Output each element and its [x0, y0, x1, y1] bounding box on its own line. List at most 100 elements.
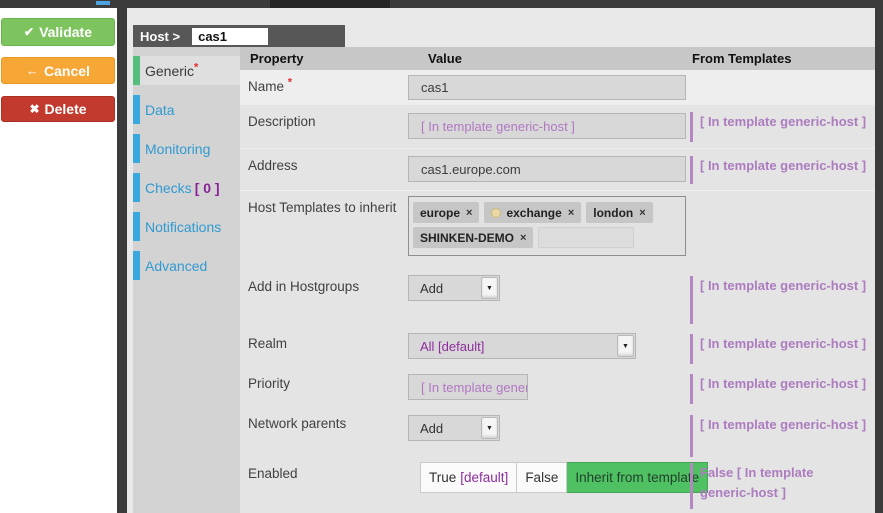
- check-icon: ✔: [24, 25, 34, 39]
- property-table: Property Value From Templates Name * Des…: [240, 47, 875, 513]
- from-template-note: [ In template generic-host ]: [690, 374, 875, 404]
- tab-bar: [133, 134, 140, 163]
- tab-bar: [133, 95, 140, 124]
- template-tag-london: london ×: [586, 202, 652, 223]
- from-template-note: [ In template generic-host ]: [690, 334, 875, 364]
- enabled-label: Enabled: [240, 457, 405, 513]
- description-input[interactable]: [408, 113, 686, 139]
- tag-label: exchange: [506, 206, 561, 220]
- required-asterisk: *: [194, 61, 198, 73]
- tab-checks-label: Checks: [145, 180, 192, 196]
- enabled-false-button[interactable]: False: [517, 462, 567, 493]
- table-row-name: Name *: [240, 70, 875, 105]
- delete-label: Delete: [45, 101, 87, 117]
- checks-count-badge: [ 0 ]: [195, 180, 220, 196]
- table-header-row: Property Value From Templates: [240, 47, 875, 70]
- from-template-note: [ In template generic-host ]: [690, 276, 875, 324]
- tab-advanced[interactable]: Advanced: [133, 251, 240, 280]
- remove-tag-icon[interactable]: ×: [466, 207, 472, 219]
- right-separator: [875, 8, 883, 513]
- network-parents-label: Network parents: [240, 407, 405, 457]
- table-row-hostgroups: Add in Hostgroups Add ▼ [ In template ge…: [240, 270, 875, 327]
- tab-checks[interactable]: Checks[ 0 ]: [133, 173, 240, 202]
- add-template-input[interactable]: [538, 227, 634, 248]
- tab-notifications[interactable]: Notifications: [133, 212, 240, 241]
- table-row-network-parents: Network parents Add ▼ [ In template gene…: [240, 407, 875, 457]
- chevron-down-icon[interactable]: ▼: [481, 417, 498, 439]
- action-sidebar: ✔ Validate ← Cancel ✖ Delete: [0, 8, 117, 513]
- tab-monitoring-label: Monitoring: [133, 141, 210, 157]
- tab-monitoring[interactable]: Monitoring: [133, 134, 240, 163]
- tag-label: europe: [420, 206, 460, 220]
- name-label: Name: [248, 79, 284, 94]
- breadcrumb-label: Host >: [133, 29, 180, 44]
- host-templates-tagbox: europe × exchange × london × SHINKEN-DEMO×: [408, 196, 686, 256]
- chevron-down-icon[interactable]: ▼: [617, 335, 634, 357]
- template-icon: [491, 208, 501, 218]
- arrow-left-icon: ←: [26, 63, 39, 78]
- window-top-notch: [270, 0, 390, 8]
- template-tag-exchange: exchange ×: [484, 202, 581, 223]
- network-parents-select[interactable]: Add ▼: [408, 415, 500, 441]
- breadcrumb: Host >: [133, 25, 345, 47]
- tab-bar: [133, 173, 140, 202]
- window-top-bar: [0, 0, 883, 8]
- host-templates-label: Host Templates to inherit: [240, 191, 405, 270]
- validate-button[interactable]: ✔ Validate: [1, 18, 115, 46]
- table-row-priority: Priority [ In template generic-host ]: [240, 367, 875, 407]
- from-template-note: [ In template generic-host ]: [690, 156, 875, 184]
- content-area: Host > Generic* Data Monitoring Checks[ …: [127, 8, 875, 513]
- remove-tag-icon[interactable]: ×: [520, 232, 526, 244]
- table-row-address: Address [ In template generic-host ]: [240, 148, 875, 190]
- hostgroups-selected-value: Add: [409, 281, 481, 296]
- realm-select[interactable]: All [default] ▼: [408, 333, 636, 359]
- cancel-label: Cancel: [44, 63, 90, 79]
- validate-label: Validate: [39, 24, 92, 40]
- address-label: Address: [240, 149, 405, 190]
- tag-label: london: [593, 206, 633, 220]
- tab-data[interactable]: Data: [133, 95, 240, 124]
- cancel-button[interactable]: ← Cancel: [1, 57, 115, 84]
- table-row-enabled: Enabled True [default] False Inherit fro…: [240, 457, 875, 513]
- delete-button[interactable]: ✖ Delete: [1, 96, 115, 122]
- table-row-realm: Realm All [default] ▼ [ In template gene…: [240, 327, 875, 367]
- remove-tag-icon[interactable]: ×: [568, 207, 574, 219]
- enabled-true-label: True: [429, 470, 456, 485]
- left-separator: [117, 8, 127, 513]
- remove-tag-icon[interactable]: ×: [639, 207, 645, 219]
- table-row-host-templates: Host Templates to inherit europe × exchan…: [240, 190, 875, 270]
- description-label: Description: [240, 105, 405, 148]
- enabled-true-button[interactable]: True [default]: [420, 462, 517, 493]
- table-row-description: Description [ In template generic-host ]: [240, 105, 875, 148]
- from-templates-column-header: From Templates: [690, 47, 875, 70]
- realm-selected-value: All [default]: [409, 339, 617, 354]
- network-parents-selected-value: Add: [409, 421, 481, 436]
- property-column-header: Property: [240, 47, 405, 70]
- required-asterisk: *: [288, 77, 292, 89]
- template-tag-europe: europe ×: [413, 202, 479, 223]
- address-input[interactable]: [408, 156, 686, 182]
- active-tab-bar: [133, 56, 140, 85]
- priority-input[interactable]: [408, 374, 528, 400]
- chevron-down-icon[interactable]: ▼: [481, 277, 498, 299]
- shinken-host-editor: ✔ Validate ← Cancel ✖ Delete Host > Gene…: [0, 0, 883, 513]
- tab-advanced-label: Advanced: [133, 258, 207, 274]
- value-column-header: Value: [405, 47, 690, 70]
- from-template-note: [ In template generic-host ]: [690, 112, 875, 142]
- priority-label: Priority: [240, 367, 405, 407]
- hostgroups-label: Add in Hostgroups: [240, 270, 405, 327]
- name-input[interactable]: [408, 75, 686, 100]
- realm-label: Realm: [240, 327, 405, 367]
- enabled-inherit-button[interactable]: Inherit from template: [567, 462, 708, 493]
- from-template-note: False [ In template generic-host ]: [690, 463, 850, 509]
- tab-column: Generic* Data Monitoring Checks[ 0 ] Not…: [133, 47, 240, 513]
- template-tag-shinken-demo: SHINKEN-DEMO×: [413, 227, 533, 248]
- tab-notifications-label: Notifications: [133, 219, 221, 235]
- browser-artifact: [96, 1, 110, 5]
- tab-generic[interactable]: Generic*: [133, 56, 240, 85]
- hostgroups-select[interactable]: Add ▼: [408, 275, 500, 301]
- tab-bar: [133, 251, 140, 280]
- tab-generic-label: Generic: [145, 63, 194, 79]
- host-name-input[interactable]: [192, 28, 268, 45]
- enabled-segmented-control: True [default] False Inherit from templa…: [420, 462, 690, 493]
